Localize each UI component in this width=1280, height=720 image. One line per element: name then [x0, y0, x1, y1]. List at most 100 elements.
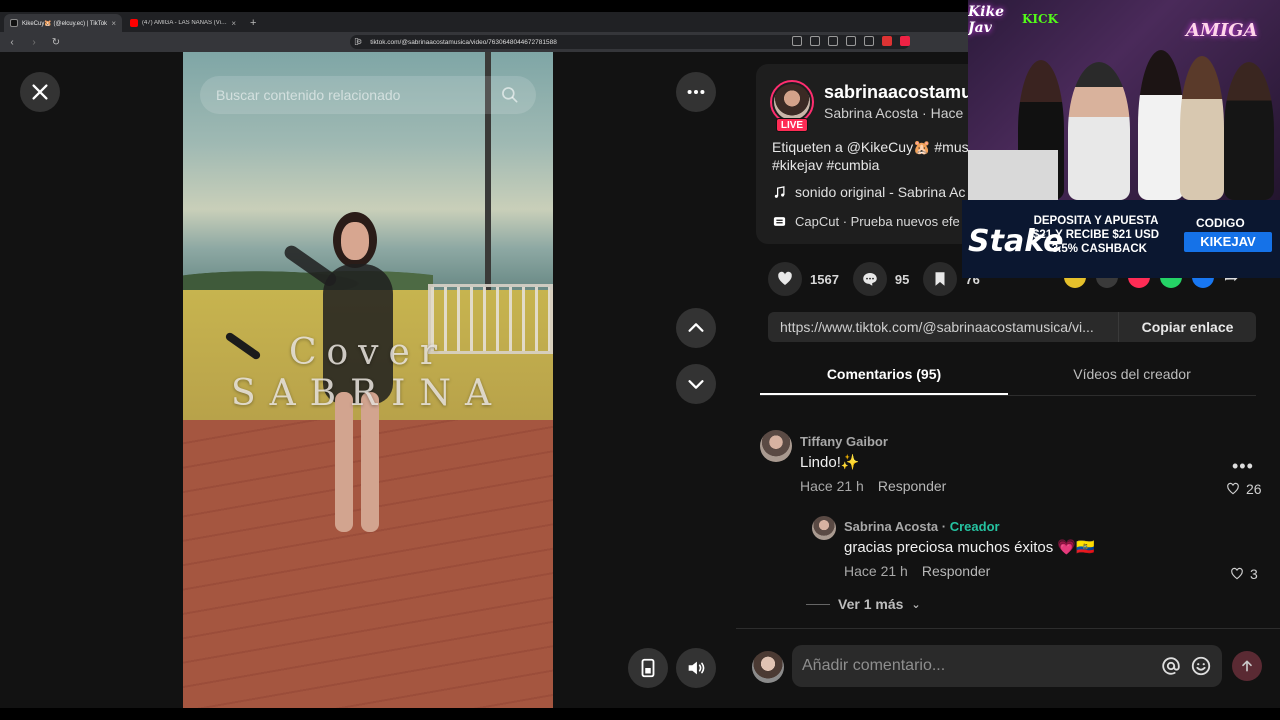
floating-player-button[interactable]: [628, 648, 668, 688]
close-button[interactable]: [20, 72, 60, 112]
search-icon[interactable]: [500, 85, 520, 105]
capcut-text[interactable]: CapCut · Prueba nuevos efe: [795, 214, 960, 229]
heart-outline-icon: [1231, 567, 1243, 580]
extension-icon[interactable]: [828, 36, 838, 46]
comment-more-icon[interactable]: •••: [1232, 456, 1254, 477]
reload-icon[interactable]: ↻: [50, 37, 62, 48]
tab-title: (47) AMIGA - LAS ÑAÑAS (Video Oficial): [142, 20, 228, 26]
neon-sign-left: Kike Jav: [968, 4, 1005, 36]
commenter-name[interactable]: Tiffany Gaibor: [800, 434, 888, 449]
tab-title: KikeCuy🐹 (@elcuy.ec) | TikTok: [22, 20, 108, 27]
emoji-icon[interactable]: [1190, 655, 1212, 677]
tab-comments[interactable]: Comentarios (95): [760, 360, 1008, 395]
copy-link-button[interactable]: Copiar enlace: [1118, 312, 1256, 342]
comment-count: 95: [894, 271, 910, 287]
heart-outline-icon: [1227, 482, 1239, 495]
browser-tab-2[interactable]: (47) AMIGA - LAS ÑAÑAS (Video Oficial) ×: [124, 14, 242, 32]
reply-author[interactable]: Sabrina Acosta · Creador: [844, 519, 1000, 534]
extension-icon[interactable]: [846, 36, 856, 46]
sound-name[interactable]: sonido original - Sabrina Ac: [795, 184, 965, 200]
close-tab-icon[interactable]: ×: [231, 19, 236, 28]
extension-icon[interactable]: [864, 36, 874, 46]
cover-line-2: SABRINA: [231, 373, 505, 414]
view-more-replies[interactable]: Ver 1 más ⌄: [806, 596, 921, 612]
close-tab-icon[interactable]: ×: [111, 19, 116, 28]
comment-placeholder[interactable]: Añadir comentario...: [802, 657, 1152, 675]
mini-player-icon: [641, 658, 655, 678]
stream-person: [1180, 56, 1224, 200]
more-options-button[interactable]: [676, 72, 716, 112]
like-action[interactable]: 1567: [768, 262, 839, 296]
volume-button[interactable]: [676, 648, 716, 688]
user-avatar[interactable]: [752, 651, 784, 683]
share-link[interactable]: https://www.tiktok.com/@sabrinaacostamus…: [768, 319, 1118, 335]
new-tab-button[interactable]: +: [244, 14, 262, 32]
comment-bubble-icon: [863, 273, 877, 286]
next-video-button[interactable]: [676, 364, 716, 404]
related-search-placeholder[interactable]: Buscar contenido relacionado: [216, 87, 500, 103]
comment-action[interactable]: 95: [852, 262, 910, 296]
comment-like-count: 26: [1246, 481, 1262, 497]
reply-time: Hace 21 h: [844, 563, 908, 579]
close-icon: [32, 84, 48, 100]
youtube-favicon-icon: [130, 19, 138, 27]
creator-badge: Creador: [949, 519, 1000, 534]
capcut-link[interactable]: CapCut · Prueba nuevos efe: [772, 214, 960, 229]
view-more-label[interactable]: Ver 1 más: [838, 596, 903, 612]
chevron-down-icon[interactable]: ⌄: [911, 598, 920, 611]
sponsor-promo: DEPOSITA Y APUESTA $21 Y RECIBE $21 USD …: [1032, 214, 1160, 256]
send-button[interactable]: [1232, 651, 1262, 681]
previous-video-button[interactable]: [676, 308, 716, 348]
more-dots-icon: [687, 89, 705, 95]
tiktok-favicon-icon: [10, 19, 18, 27]
reply-like[interactable]: 3: [1230, 566, 1258, 582]
commenter-avatar[interactable]: [760, 430, 792, 462]
action-bar: 1567 95 76: [768, 262, 980, 296]
reply-button[interactable]: Responder: [878, 478, 947, 494]
like-count: 1567: [810, 271, 839, 287]
live-badge[interactable]: LIVE: [776, 118, 808, 132]
panel-tabs: Comentarios (95) Vídeos del creador: [760, 360, 1256, 396]
tab-creator-videos[interactable]: Vídeos del creador: [1008, 360, 1256, 395]
creator-username[interactable]: sabrinaacostamu: [824, 82, 972, 103]
neon-sign-kick: KICK: [1022, 12, 1059, 26]
extension-icon[interactable]: [810, 36, 820, 46]
promo-line-3: +3.5% CASHBACK: [1045, 243, 1147, 255]
address-url[interactable]: tiktok.com/@sabrinaacostamusica/video/76…: [370, 39, 557, 46]
neon-sign-right: AMIGA: [1186, 20, 1258, 41]
related-search-bar[interactable]: Buscar contenido relacionado: [200, 76, 536, 114]
bookmark-icon[interactable]: ▯: [354, 36, 359, 47]
divider: [806, 603, 830, 605]
promo-line-1: DEPOSITA Y APUESTA: [1033, 215, 1159, 227]
video-player[interactable]: Cover SABRINA: [183, 52, 553, 708]
video-cover-text: Cover SABRINA: [183, 332, 553, 414]
extensions-area: [792, 36, 910, 46]
promo-code-label: CODIGO: [1196, 216, 1245, 230]
stream-person: [1138, 50, 1184, 200]
creator-reply-avatar[interactable]: [812, 516, 836, 540]
reply-button[interactable]: Responder: [922, 563, 991, 579]
sound-link[interactable]: sonido original - Sabrina Ac: [772, 184, 965, 200]
reply-author-name[interactable]: Sabrina Acosta: [844, 519, 938, 534]
extension-icon[interactable]: [900, 36, 910, 46]
screen-bottom-strip: [0, 708, 1280, 720]
stream-webcam: Kike Jav KICK AMIGA: [968, 0, 1280, 200]
back-arrow-icon[interactable]: ‹: [6, 37, 18, 48]
comment-time: Hace 21 h: [800, 478, 864, 494]
chevron-down-icon: [688, 380, 704, 389]
extension-icon[interactable]: [882, 36, 892, 46]
bookmark-icon: [935, 272, 945, 286]
extension-icon[interactable]: [792, 36, 802, 46]
promo-code-value: KIKEJAV: [1184, 232, 1272, 252]
reply-like-count: 3: [1250, 566, 1258, 582]
comment-like[interactable]: 26: [1226, 481, 1262, 497]
cover-line-1: Cover: [288, 332, 448, 373]
sponsor-banner: Stake DEPOSITA Y APUESTA $21 Y RECIBE $2…: [962, 200, 1280, 278]
forward-arrow-icon[interactable]: ›: [28, 37, 40, 48]
chevron-up-icon: [688, 323, 704, 332]
comment-meta: Hace 21 h Responder: [800, 478, 946, 494]
arrow-up-icon: [1242, 660, 1252, 672]
mention-icon[interactable]: [1160, 655, 1182, 677]
browser-tab-1[interactable]: KikeCuy🐹 (@elcuy.ec) | TikTok ×: [4, 14, 122, 32]
comment-input[interactable]: Añadir comentario...: [792, 645, 1222, 687]
